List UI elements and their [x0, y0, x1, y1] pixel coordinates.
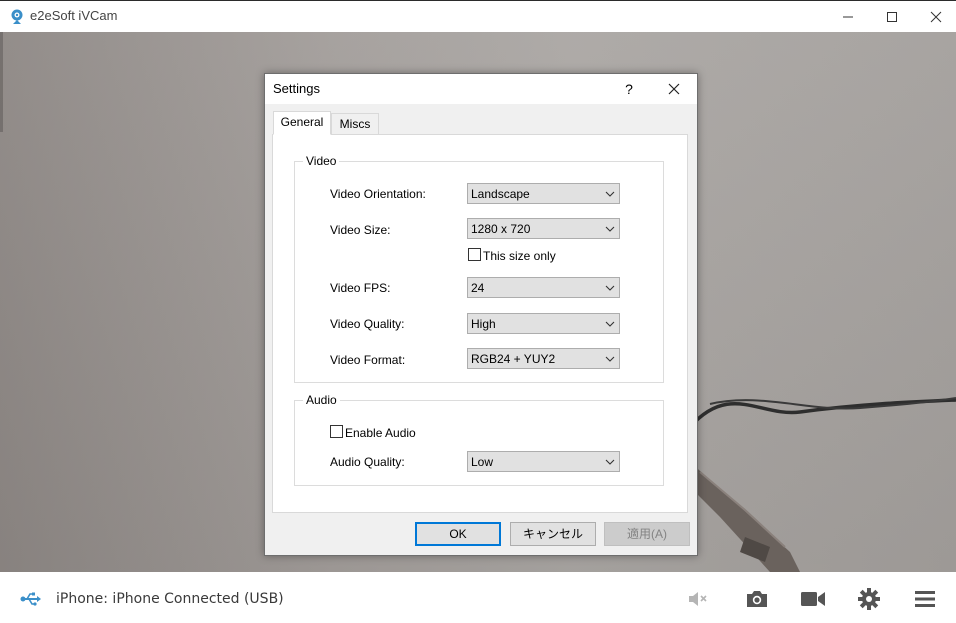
dialog-title: Settings	[273, 81, 320, 96]
video-orientation-label: Video Orientation:	[330, 187, 426, 201]
help-button[interactable]: ?	[619, 79, 639, 99]
maximize-icon	[887, 12, 897, 22]
snapshot-button[interactable]	[744, 586, 770, 612]
video-orientation-value: Landscape	[471, 187, 530, 201]
video-orientation-select[interactable]: Landscape	[467, 183, 620, 204]
video-group-label: Video	[303, 154, 340, 168]
audio-quality-select[interactable]: Low	[467, 451, 620, 472]
chevron-down-icon	[605, 356, 615, 362]
size-only-label[interactable]: This size only	[483, 249, 556, 263]
maximize-button[interactable]	[869, 1, 915, 33]
video-format-value: RGB24 + YUY2	[471, 352, 556, 366]
cancel-button[interactable]: キャンセル	[510, 522, 596, 546]
video-fps-value: 24	[471, 281, 485, 295]
audio-group-label: Audio	[303, 393, 340, 407]
menu-button[interactable]	[912, 586, 938, 612]
video-fps-select[interactable]: 24	[467, 277, 620, 298]
mute-button[interactable]	[684, 586, 710, 612]
video-size-select[interactable]: 1280 x 720	[467, 218, 620, 239]
video-size-value: 1280 x 720	[471, 222, 531, 236]
video-quality-label: Video Quality:	[330, 317, 405, 331]
close-icon	[668, 83, 680, 95]
camera-icon	[747, 591, 767, 607]
video-fps-label: Video FPS:	[330, 281, 391, 295]
usb-icon	[20, 590, 42, 608]
connection-status: iPhone: iPhone Connected (USB)	[56, 591, 284, 607]
close-icon	[930, 11, 942, 23]
video-size-label: Video Size:	[330, 223, 391, 237]
chevron-down-icon	[605, 321, 615, 327]
tab-miscs[interactable]: Miscs	[331, 113, 379, 135]
general-tab-panel: Video Video Orientation: Landscape Video…	[272, 134, 688, 513]
minimize-icon	[843, 16, 853, 18]
ok-button[interactable]: OK	[415, 522, 501, 546]
chevron-down-icon	[605, 285, 615, 291]
settings-button[interactable]	[856, 586, 882, 612]
size-only-checkbox[interactable]	[468, 248, 481, 261]
enable-audio-label[interactable]: Enable Audio	[345, 426, 416, 440]
tab-general[interactable]: General	[273, 111, 331, 135]
video-format-select[interactable]: RGB24 + YUY2	[467, 348, 620, 369]
gear-icon	[858, 588, 880, 610]
chevron-down-icon	[605, 459, 615, 465]
enable-audio-checkbox[interactable]	[330, 425, 343, 438]
video-group: Video Video Orientation: Landscape Video…	[294, 154, 664, 383]
dialog-close-button[interactable]	[663, 79, 685, 99]
chevron-down-icon	[605, 191, 615, 197]
close-button[interactable]	[913, 1, 956, 33]
webcam-icon	[10, 9, 24, 25]
settings-dialog: Settings ? General Miscs Video Video Ori…	[264, 73, 698, 556]
chevron-down-icon	[605, 226, 615, 232]
video-record-icon	[801, 592, 825, 606]
menu-icon	[915, 591, 935, 607]
video-quality-value: High	[471, 317, 496, 331]
record-button[interactable]	[800, 586, 826, 612]
audio-group: Audio Enable Audio Audio Quality: Low	[294, 393, 664, 486]
video-quality-select[interactable]: High	[467, 313, 620, 334]
audio-quality-value: Low	[471, 455, 494, 469]
video-format-label: Video Format:	[330, 353, 406, 367]
minimize-button[interactable]	[825, 1, 871, 33]
title-bar: e2eSoft iVCam	[0, 0, 956, 32]
dialog-title-bar: Settings ?	[265, 74, 697, 104]
apply-button[interactable]: 適用(A)	[604, 522, 690, 546]
mute-icon	[689, 592, 707, 606]
window-title: e2eSoft iVCam	[30, 8, 118, 23]
audio-quality-label: Audio Quality:	[330, 455, 405, 469]
